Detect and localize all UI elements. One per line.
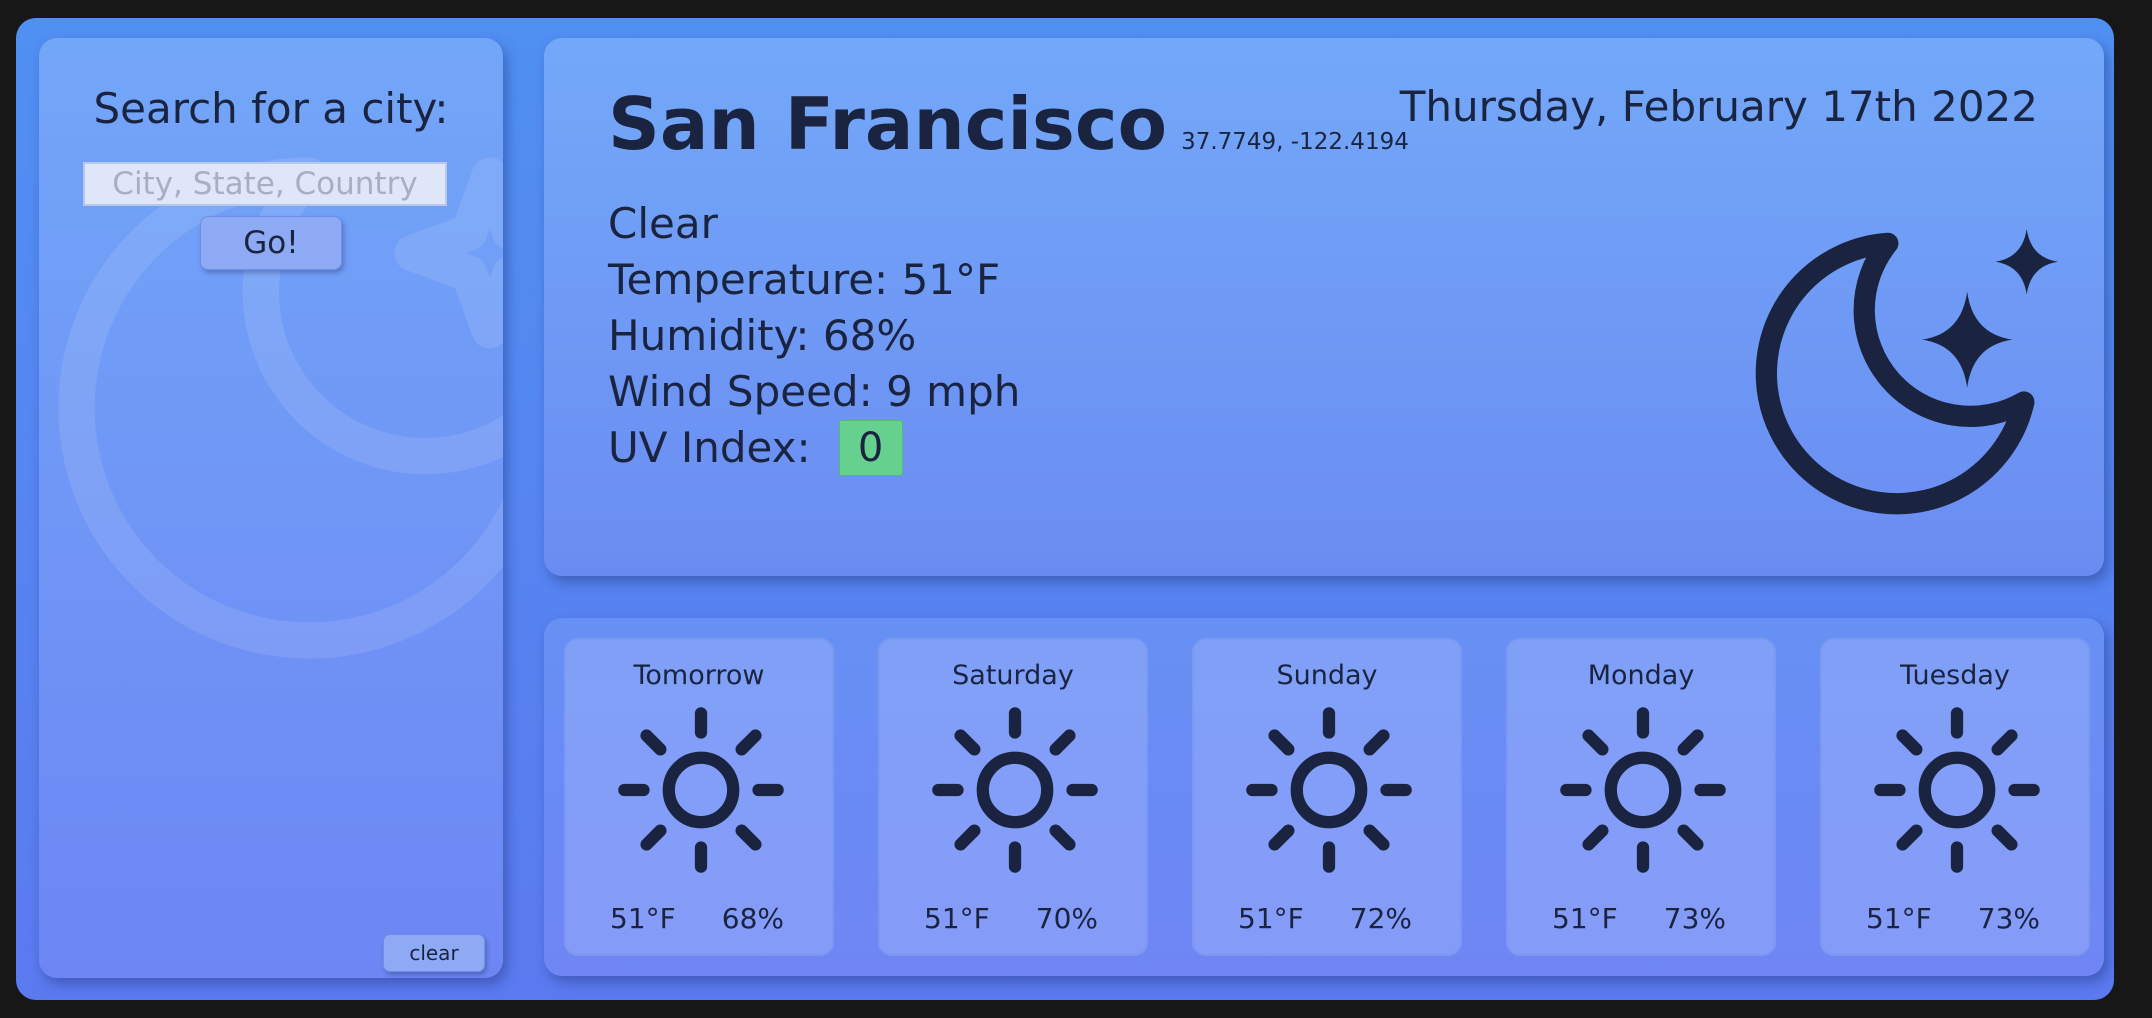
forecast-humidity: 70%: [1035, 902, 1098, 935]
forecast-humidity: 73%: [1663, 902, 1726, 935]
uv-row: UV Index: 0: [608, 420, 1020, 476]
forecast-card: Tomorrow 51°F 68%: [564, 638, 834, 956]
forecast-temperature: 51°F: [610, 902, 676, 935]
city-name: San Francisco: [608, 82, 1168, 166]
forecast-temperature: 51°F: [1552, 902, 1618, 935]
condition-row: Clear: [608, 196, 1020, 252]
go-button[interactable]: Go!: [200, 216, 342, 270]
wind-row: Wind Speed: 9 mph: [608, 364, 1020, 420]
forecast-humidity: 68%: [721, 902, 784, 935]
humidity-value: 68%: [822, 311, 917, 360]
weather-details: Clear Temperature: 51°F Humidity: 68% Wi…: [608, 196, 1020, 476]
forecast-day-name: Sunday: [1276, 660, 1378, 691]
condition-text: Clear: [608, 199, 718, 248]
forecast-card: Saturday 51°F 70%: [878, 638, 1148, 956]
uv-index-badge: 0: [838, 420, 903, 476]
forecast-panel: Tomorrow 51°F 68% Saturday 51°F 70% Sund…: [544, 618, 2104, 976]
forecast-day-name: Monday: [1587, 660, 1695, 691]
forecast-day-name: Tuesday: [1900, 660, 2010, 691]
humidity-row: Humidity: 68%: [608, 308, 1020, 364]
uv-label: UV Index:: [608, 423, 811, 472]
temperature-label: Temperature:: [608, 255, 889, 304]
temperature-row: Temperature: 51°F: [608, 252, 1020, 308]
sun-icon: [1560, 707, 1726, 873]
sun-icon: [1874, 707, 2040, 873]
city-coordinates: 37.7749, -122.4194: [1181, 129, 1409, 155]
forecast-temperature: 51°F: [924, 902, 990, 935]
forecast-day-name: Tomorrow: [633, 660, 765, 691]
temperature-value: 51°F: [901, 255, 1001, 304]
forecast-card: Sunday 51°F 72%: [1192, 638, 1462, 956]
humidity-label: Humidity:: [608, 311, 810, 360]
current-weather-panel: San Francisco 37.7749, -122.4194 Thursda…: [544, 38, 2104, 576]
forecast-temperature: 51°F: [1238, 902, 1304, 935]
wind-label: Wind Speed:: [608, 367, 873, 416]
city-header: San Francisco 37.7749, -122.4194: [608, 82, 1409, 166]
sun-icon: [932, 707, 1098, 873]
search-title: Search for a city:: [93, 84, 449, 133]
current-date: Thursday, February 17th 2022: [1399, 82, 2038, 131]
forecast-card: Monday 51°F 73%: [1506, 638, 1776, 956]
sun-icon: [618, 707, 784, 873]
search-sidebar: Search for a city: Go! clear: [39, 38, 503, 978]
wind-value: 9 mph: [886, 367, 1021, 416]
forecast-humidity: 72%: [1349, 902, 1412, 935]
forecast-card: Tuesday 51°F 73%: [1820, 638, 2090, 956]
forecast-humidity: 73%: [1977, 902, 2040, 935]
city-search-input[interactable]: [83, 162, 447, 206]
forecast-temperature: 51°F: [1866, 902, 1932, 935]
clear-button[interactable]: clear: [383, 934, 485, 972]
sun-icon: [1246, 707, 1412, 873]
forecast-day-name: Saturday: [952, 660, 1074, 691]
moon-stars-icon: [1755, 229, 2058, 515]
weather-app: Search for a city: Go! clear San Francis…: [16, 18, 2114, 1000]
